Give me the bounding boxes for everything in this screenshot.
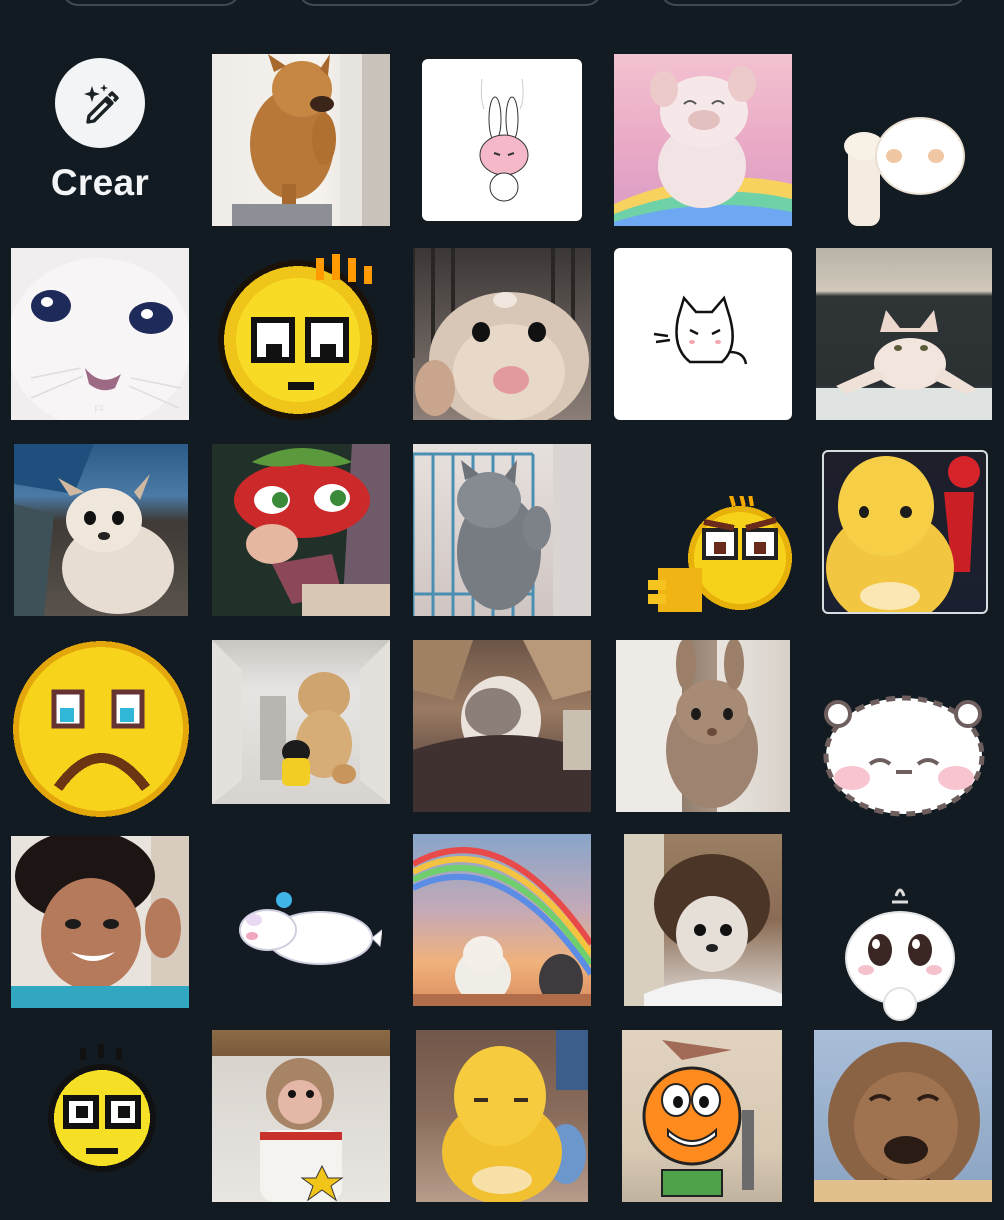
create-sticker-button[interactable]: Crear	[2, 44, 198, 240]
sticker-teddy-bear-room[interactable]	[202, 632, 398, 828]
sticker-hamster-closeup[interactable]	[404, 240, 600, 436]
sticker-bunny-doorway[interactable]	[604, 632, 800, 828]
sticker-grid: Crear FF	[0, 44, 1004, 1202]
sticker-white-fluffy-cat-paw[interactable]	[804, 44, 1000, 240]
sticker-caption: FF	[94, 404, 106, 414]
sticker-chihuahua-sitting[interactable]	[2, 436, 198, 632]
sticker-white-cat-doodle[interactable]	[604, 240, 800, 436]
sticker-strawberry-character[interactable]	[202, 436, 398, 632]
category-pill[interactable]	[660, 0, 966, 6]
sticker-gray-kitten-standing[interactable]	[404, 436, 600, 632]
sticker-man-wig-smiling[interactable]	[2, 828, 198, 1024]
sticker-puppy-rainbow[interactable]	[404, 828, 600, 1024]
sticker-chihuahua-wig[interactable]	[604, 828, 800, 1024]
sticker-pixel-emoji-sad[interactable]	[2, 632, 198, 828]
sticker-pixel-emoji-sweating[interactable]	[202, 240, 398, 436]
sticker-white-round-cute[interactable]	[806, 828, 1002, 1024]
create-label: Crear	[50, 162, 150, 203]
sticker-cat-hands-blurry[interactable]	[404, 632, 600, 828]
category-pill[interactable]	[62, 0, 240, 6]
sticker-orange-cartoon-fish[interactable]	[604, 1024, 800, 1220]
sticker-crying-white-cat[interactable]: FF	[2, 240, 198, 436]
create-icon-circle	[55, 58, 145, 148]
category-pill[interactable]	[298, 0, 602, 6]
sticker-fluffy-white-blob[interactable]	[806, 632, 1002, 828]
sticker-yellow-3d-creature-tired[interactable]	[404, 1024, 600, 1220]
magic-pen-icon	[84, 84, 119, 124]
sticker-french-bulldog-rainbow[interactable]	[604, 44, 800, 240]
sticker-pixel-emoji-thumbs-up[interactable]	[604, 436, 800, 632]
sticker-yellow-3d-creature[interactable]	[806, 436, 1002, 632]
sticker-pixel-emoji-eyes[interactable]	[2, 1024, 198, 1220]
sticker-baby-monkey[interactable]	[202, 1024, 398, 1220]
sticker-white-seal-lying[interactable]	[202, 828, 398, 1024]
sticker-pink-bunny-doodle[interactable]	[412, 44, 608, 240]
sticker-sphynx-cat-stretching[interactable]	[806, 240, 1002, 436]
top-category-pills	[0, 0, 1004, 6]
sticker-dog-face-closeup[interactable]	[806, 1024, 1002, 1220]
sticker-dog-standing-door[interactable]	[202, 44, 398, 240]
